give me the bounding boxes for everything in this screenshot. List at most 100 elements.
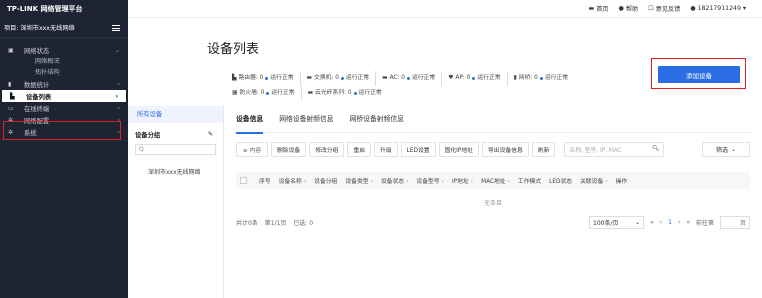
delete-device-button[interactable]: 删除设备 bbox=[271, 141, 307, 157]
stat-status: 运行正常 bbox=[358, 90, 382, 96]
stat-router: ▙ 路由器: 0 运行正常 bbox=[232, 71, 301, 86]
sort-icon: › bbox=[441, 179, 444, 185]
refresh-button[interactable]: 刷新 bbox=[531, 141, 556, 157]
help-link[interactable]: ● 帮助 bbox=[619, 4, 639, 13]
col-device-status[interactable]: 设备状态 › bbox=[381, 176, 409, 185]
sort-icon: › bbox=[470, 179, 474, 185]
modify-group-button[interactable]: 修改分组 bbox=[309, 141, 345, 157]
pager-total: 共计0条 bbox=[236, 220, 258, 227]
device-stats: ▙ 路由器: 0 运行正常 ▬ 交换机: 0 运行正常 ▬ AC: 0 运行正常… bbox=[232, 71, 580, 101]
column-content-button[interactable]: ≡ 内容 bbox=[236, 141, 268, 157]
col-label: IP地址 bbox=[451, 179, 469, 185]
home-icon: ▬ bbox=[588, 5, 595, 12]
pager-selected: 已选: 0 bbox=[293, 220, 314, 227]
sidebar-sub-overview[interactable]: 网络概况 bbox=[0, 56, 128, 67]
stat-ap: ♥ AP: 0 运行正常 bbox=[448, 71, 508, 86]
tab-network-rf-info[interactable]: 网络设备射频信息 bbox=[279, 106, 333, 133]
switch-icon: ▬ bbox=[306, 75, 313, 81]
col-device-model[interactable]: 设备型号 › bbox=[416, 176, 444, 185]
ac-icon: ▬ bbox=[382, 75, 388, 81]
stat-fiber: ▬ 云光纤系列: 0 运行正常 bbox=[308, 86, 388, 101]
device-search-input[interactable]: 名称, 型号, IP, MAC 🔍︎ bbox=[564, 141, 665, 157]
chevron-down-icon: ⌄ bbox=[114, 46, 120, 54]
sidebar-item-network-status[interactable]: ▣ 网络状态 ⌄ bbox=[0, 44, 128, 56]
col-label: 设备类型 bbox=[345, 179, 369, 185]
next-page-icon[interactable]: › bbox=[678, 219, 680, 226]
select-all-checkbox[interactable] bbox=[240, 177, 247, 184]
col-linked-device[interactable]: 关联设备 › bbox=[580, 176, 608, 185]
stat-switch: ▬ 交换机: 0 运行正常 bbox=[307, 71, 377, 86]
edit-icon[interactable]: ✎ bbox=[208, 131, 213, 138]
chevron-down-icon: ⌄ bbox=[634, 219, 640, 226]
caret-down-icon: ▾ bbox=[742, 5, 746, 12]
add-device-button[interactable]: 添加设备 bbox=[658, 66, 740, 83]
last-page-icon[interactable]: » bbox=[686, 219, 690, 226]
fix-ip-button[interactable]: 固化IP地址 bbox=[438, 141, 479, 157]
col-ip[interactable]: IP地址 › bbox=[452, 176, 473, 185]
fiber-icon: ▬ bbox=[307, 90, 314, 96]
bar-chart-icon: ▮ bbox=[8, 80, 12, 88]
sort-icon: › bbox=[605, 179, 608, 185]
page-title: 设备列表 bbox=[207, 42, 260, 57]
reboot-button[interactable]: 重启 bbox=[347, 141, 372, 157]
home-link[interactable]: ▬ 首页 bbox=[589, 4, 609, 13]
sidebar-item-label: 设备列表 bbox=[26, 93, 52, 101]
stat-label: 防火墙: 0 bbox=[239, 90, 265, 96]
col-device-type[interactable]: 设备类型 › bbox=[345, 176, 373, 185]
help-icon: ● bbox=[618, 5, 624, 12]
status-dot bbox=[266, 92, 270, 95]
stat-firewall: ▦ 防火墙: 0 运行正常 bbox=[232, 86, 302, 101]
user-menu[interactable]: ● 18217911249 ▾ bbox=[690, 5, 746, 12]
top-bar: ▬ 首页 ● 帮助 ☐ 意见反馈 ● 18217911249 ▾ bbox=[128, 0, 762, 18]
group-panel: 所有设备 设备分组 ✎ Q 深圳市xxx无线网络 bbox=[128, 106, 224, 298]
col-actions: 操作 bbox=[615, 179, 628, 185]
search-icon[interactable]: 🔍︎ bbox=[652, 146, 659, 152]
export-device-info-button[interactable]: 导出设备信息 bbox=[481, 141, 529, 157]
stat-status: 运行正常 bbox=[544, 75, 569, 81]
sidebar: TP-LINK 网络管理平台 项目: 深圳市xxx无线网络 ▣ 网络状态 ⌄ 网… bbox=[0, 0, 128, 298]
col-device-name[interactable]: 设备名称 › bbox=[279, 176, 307, 185]
table-header: 序号 设备名称 › 设备分组 设备类型 › 设备状态 › 设备型号 › IP地址 › MA… bbox=[236, 172, 750, 189]
sidebar-item-online-terminals[interactable]: ▭ 在线终端 › bbox=[0, 102, 128, 114]
col-mac[interactable]: MAC地址 › bbox=[481, 176, 510, 185]
stat-status: 运行正常 bbox=[270, 75, 294, 81]
user-icon: ● bbox=[690, 5, 696, 12]
toolbar: ≡ 内容 删除设备 修改分组 重启 升级 LED设置 固化IP地址 导出设备信息… bbox=[236, 141, 750, 157]
feedback-label: 意见反馈 bbox=[655, 6, 681, 13]
stat-label: 云光纤系列: 0 bbox=[315, 90, 352, 96]
pager-page-info: 第1/1页 bbox=[264, 220, 287, 227]
first-page-icon[interactable]: « bbox=[650, 219, 654, 226]
sidebar-item-device-list[interactable]: ▙ 设备列表 › bbox=[2, 90, 126, 102]
col-label: 设备名称 bbox=[278, 179, 302, 185]
stats-row-2: ▦ 防火墙: 0 运行正常 ▬ 云光纤系列: 0 运行正常 bbox=[232, 86, 580, 101]
stat-status: 运行正常 bbox=[271, 90, 295, 96]
col-label: 关联设备 bbox=[580, 179, 604, 185]
feedback-link[interactable]: ☐ 意见反馈 bbox=[648, 4, 680, 13]
current-page[interactable]: 1 bbox=[668, 219, 672, 226]
upgrade-button[interactable]: 升级 bbox=[374, 141, 398, 157]
sidebar-sub-topology[interactable]: 拓扑结构 bbox=[0, 67, 128, 78]
group-search-input[interactable]: Q bbox=[135, 144, 216, 155]
col-device-group[interactable]: 设备分组 bbox=[314, 176, 337, 185]
tab-device-info[interactable]: 设备信息 bbox=[236, 106, 264, 134]
prev-page-icon[interactable]: ‹ bbox=[660, 219, 662, 226]
sort-icon: › bbox=[370, 179, 373, 185]
chevron-right-icon: › bbox=[117, 80, 120, 88]
tab-bridge-rf-info[interactable]: 网桥设备射频信息 bbox=[350, 106, 404, 133]
sidebar-item-statistics[interactable]: ▮ 数据统计 › bbox=[0, 78, 128, 90]
goto-page-input[interactable]: 页 bbox=[720, 216, 750, 229]
router-icon: ▙ bbox=[232, 75, 237, 81]
project-selector[interactable]: 项目: 深圳市xxx无线网络 bbox=[0, 18, 128, 38]
col-label: 设备分组 bbox=[314, 179, 338, 185]
menu-icon[interactable] bbox=[112, 24, 120, 31]
col-label: 设备状态 bbox=[380, 179, 405, 185]
chevron-down-icon: ⌄ bbox=[730, 145, 737, 153]
highlight-box bbox=[3, 121, 121, 140]
page-size-select[interactable]: 100条/页 ⌄ bbox=[589, 216, 644, 229]
filter-button[interactable]: 筛选 ⌄ bbox=[702, 141, 750, 157]
page-suffix: 页 bbox=[739, 220, 746, 227]
pagination: 共计0条 第1/1页 已选: 0 100条/页 ⌄ « ‹ 1 › » 前往第 … bbox=[236, 215, 750, 230]
led-settings-button[interactable]: LED设置 bbox=[400, 141, 436, 157]
group-item-project[interactable]: 深圳市xxx无线网络 bbox=[128, 167, 223, 176]
all-devices-item[interactable]: 所有设备 bbox=[128, 106, 223, 123]
